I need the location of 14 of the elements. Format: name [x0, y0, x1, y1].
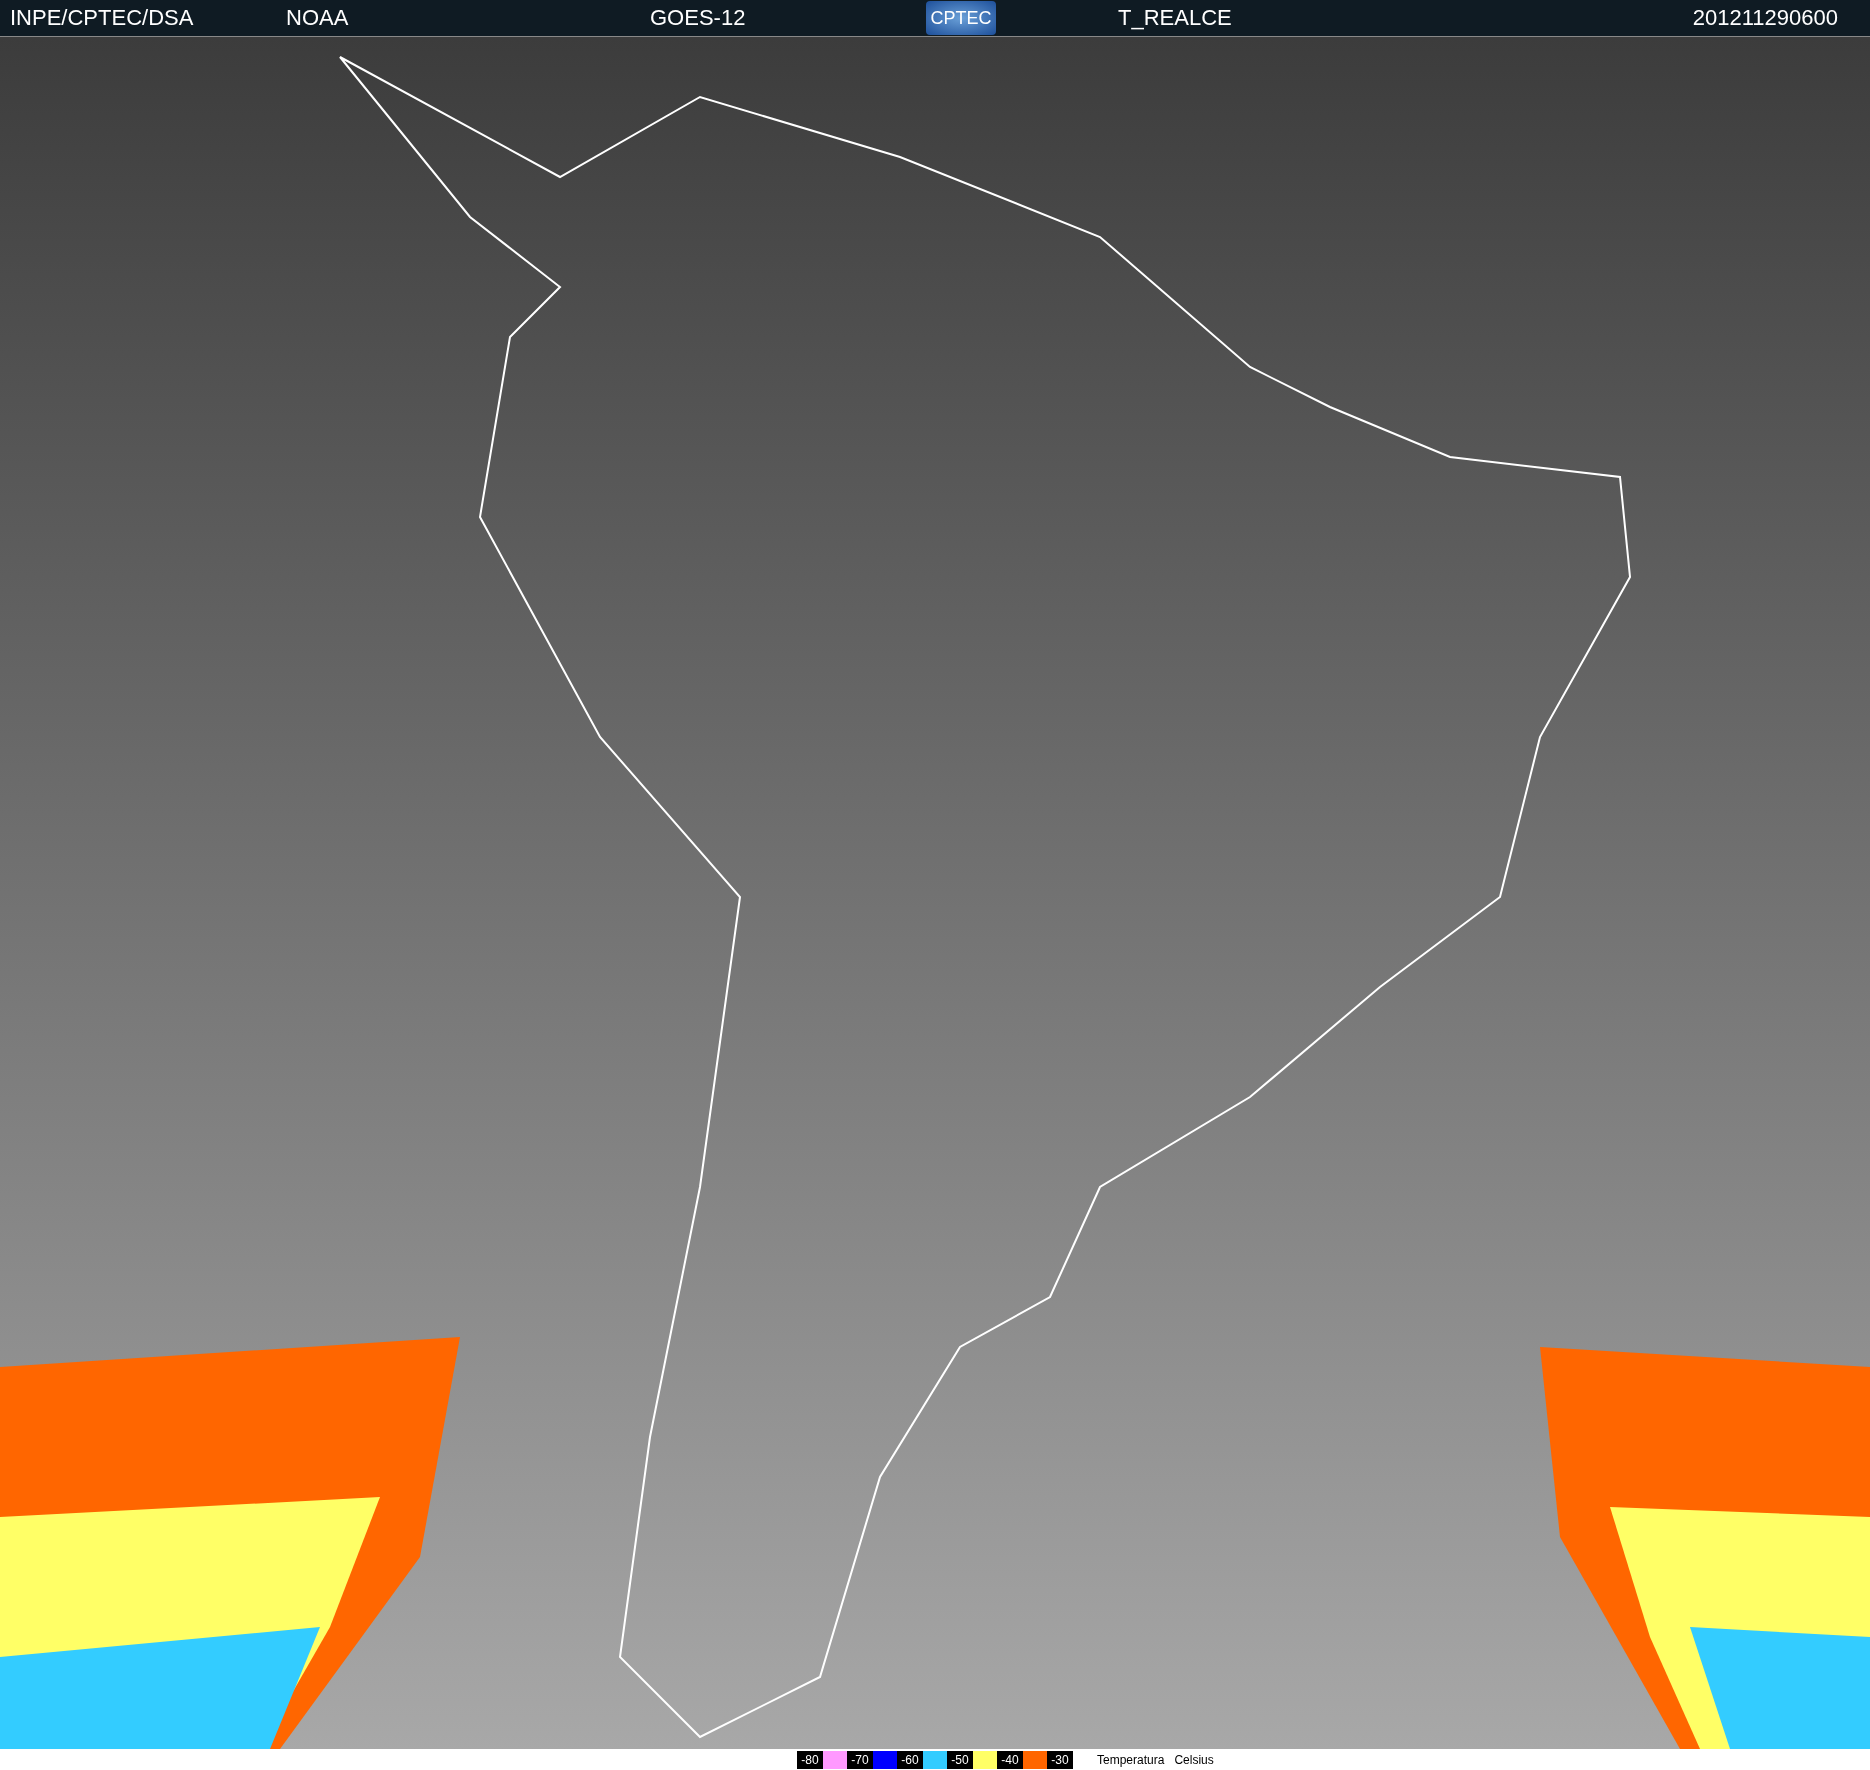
- unit-label: Celsius: [1174, 1752, 1214, 1767]
- logo: CPTEC: [926, 1, 996, 35]
- legend-label: -50: [947, 1750, 973, 1769]
- legend-label: -40: [997, 1750, 1023, 1769]
- product-label: T_REALCE: [1118, 5, 1233, 31]
- legend-label: -30: [1047, 1750, 1073, 1769]
- agency-label: INPE/CPTEC/DSA: [10, 5, 195, 31]
- legend-title: Temperatura: [1097, 1752, 1165, 1767]
- source-label: NOAA: [286, 5, 350, 31]
- satellite-label: GOES-12: [650, 5, 747, 31]
- legend-label: -80: [797, 1750, 823, 1769]
- timestamp-label: 201211290600: [1692, 5, 1838, 31]
- legend-label: -60: [897, 1750, 923, 1769]
- legend-label: -70: [847, 1750, 873, 1769]
